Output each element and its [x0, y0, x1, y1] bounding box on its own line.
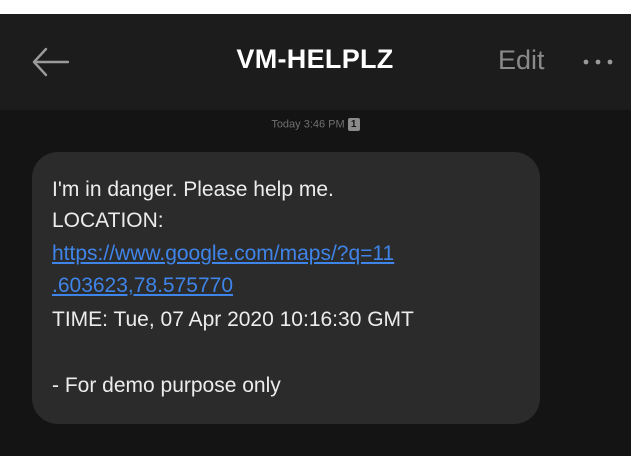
message-time-line: TIME: Tue, 07 Apr 2020 10:16:30 GMT: [52, 308, 414, 331]
edit-button[interactable]: Edit: [498, 45, 545, 76]
top-margin: [0, 0, 631, 14]
messaging-screen: VM-HELPLZ Edit Today 3:46 PM 1 I'm in dan…: [0, 14, 631, 456]
conversation-header: VM-HELPLZ Edit: [0, 14, 631, 110]
message-location-label: LOCATION:: [52, 209, 164, 232]
more-dots-icon: [583, 59, 613, 65]
sim-badge: 1: [347, 118, 360, 131]
more-options-button[interactable]: [578, 48, 618, 76]
location-link-continued[interactable]: .603623,78.575770: [52, 274, 233, 298]
back-button[interactable]: [28, 44, 72, 80]
arrow-left-icon: [32, 47, 70, 77]
message-timestamp-row: Today 3:46 PM 1: [0, 118, 631, 131]
location-link[interactable]: https://www.google.com/maps/?q=11: [52, 242, 394, 266]
message-timestamp: Today 3:46 PM: [271, 118, 345, 131]
message-disclaimer-line: - For demo purpose only: [52, 374, 281, 397]
contact-title: VM-HELPLZ: [236, 44, 394, 74]
message-text-line: I'm in danger. Please help me.: [52, 178, 334, 201]
message-bubble[interactable]: I'm in danger. Please help me. LOCATION:…: [32, 152, 540, 424]
